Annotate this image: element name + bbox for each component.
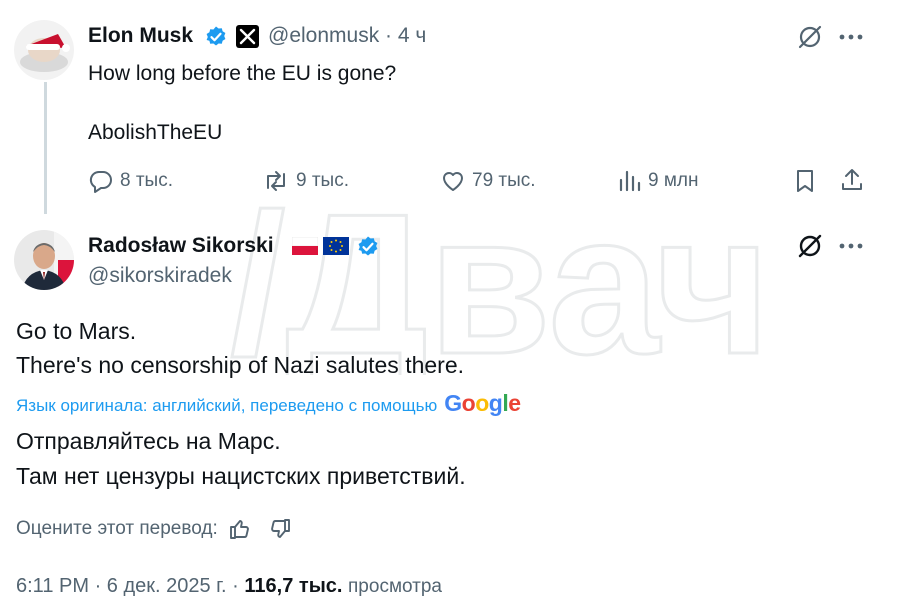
author-name-2[interactable]: Radosław Sikorski <box>88 234 274 258</box>
author-handle-2[interactable]: @sikorskiradek <box>88 264 232 288</box>
like-count: 79 тыс. <box>472 170 536 191</box>
author-name[interactable]: Elon Musk <box>88 24 193 48</box>
views-button[interactable]: 9 млн <box>618 168 699 194</box>
rate-translation-label: Оцените этот перевод: <box>16 518 218 539</box>
handle-text[interactable]: @elonmusk <box>268 24 379 47</box>
watermark-text: /Двач <box>230 185 771 375</box>
google-letter: o <box>461 390 476 416</box>
tweet-meta-time[interactable]: 6:11 PM <box>16 575 89 597</box>
google-logo: Google <box>444 390 521 417</box>
more-options-icon[interactable] <box>839 34 863 40</box>
retweet-count: 9 тыс. <box>296 170 349 191</box>
more-options-icon-2[interactable] <box>839 243 863 249</box>
meta-separator: · <box>94 575 102 597</box>
translated-line1: Отправляйтесь на Марс. <box>16 428 281 454</box>
google-letter: g <box>488 390 503 416</box>
bookmark-icon[interactable] <box>794 168 816 194</box>
retweet-button[interactable]: 9 тыс. <box>262 168 349 194</box>
reply-button[interactable]: 8 тыс. <box>88 168 173 194</box>
google-letter: e <box>508 390 521 416</box>
thumbs-up-icon[interactable] <box>228 517 252 541</box>
reply-icon <box>88 168 114 194</box>
google-letter: G <box>444 390 462 416</box>
retweet-icon <box>262 168 290 194</box>
translation-notice[interactable]: Язык оригинала: английский, переведено с… <box>16 390 521 417</box>
rate-translation: Оцените этот перевод: <box>16 517 292 541</box>
poland-flag-icon <box>292 237 318 255</box>
reply-text-line1: Go to Mars. <box>16 318 137 344</box>
avatar-sikorski[interactable] <box>14 230 74 290</box>
avatar-elon[interactable] <box>14 20 74 80</box>
tweet-text-line1: How long before the EU is gone? <box>88 62 397 85</box>
views-count: 9 млн <box>648 170 699 191</box>
author-handle[interactable]: @elonmusk · 4 ч <box>268 24 426 48</box>
grok-icon-2[interactable] <box>797 233 823 259</box>
heart-icon <box>440 168 466 194</box>
translation-notice-text[interactable]: Язык оригинала: английский, переведено с… <box>16 396 437 416</box>
tweet-meta: 6:11 PM · 6 дек. 2025 г. · 116,7 тыс. пр… <box>16 575 442 598</box>
grok-icon[interactable] <box>797 24 823 50</box>
thumbs-down-icon[interactable] <box>268 517 292 541</box>
tweet-time[interactable]: 4 ч <box>398 24 426 47</box>
verified-badge-icon-2 <box>356 235 380 259</box>
meta-separator: · <box>232 575 239 597</box>
thread-connector-line <box>44 82 47 214</box>
watermark-logo: /Двач <box>230 185 772 375</box>
reply-text-line2: There's no censorship of Nazi salutes th… <box>16 352 465 378</box>
separator-dot: · <box>385 24 393 47</box>
analytics-icon <box>618 168 642 194</box>
google-letter: o <box>475 390 489 416</box>
x-affiliation-icon <box>236 25 259 48</box>
like-button[interactable]: 79 тыс. <box>440 168 536 194</box>
eu-flag-icon <box>323 237 349 255</box>
translated-line2: Там нет цензуры нацистских приветствий. <box>16 463 466 489</box>
share-icon[interactable] <box>840 167 864 193</box>
tweet-meta-date[interactable]: 6 дек. 2025 г. <box>107 575 227 597</box>
reply-count: 8 тыс. <box>120 170 173 191</box>
view-count-label: просмотра <box>348 576 442 597</box>
tweet-text-line2: AbolishTheEU <box>88 121 223 144</box>
view-count-number: 116,7 тыс. <box>244 575 343 597</box>
verified-badge-icon <box>204 25 228 49</box>
